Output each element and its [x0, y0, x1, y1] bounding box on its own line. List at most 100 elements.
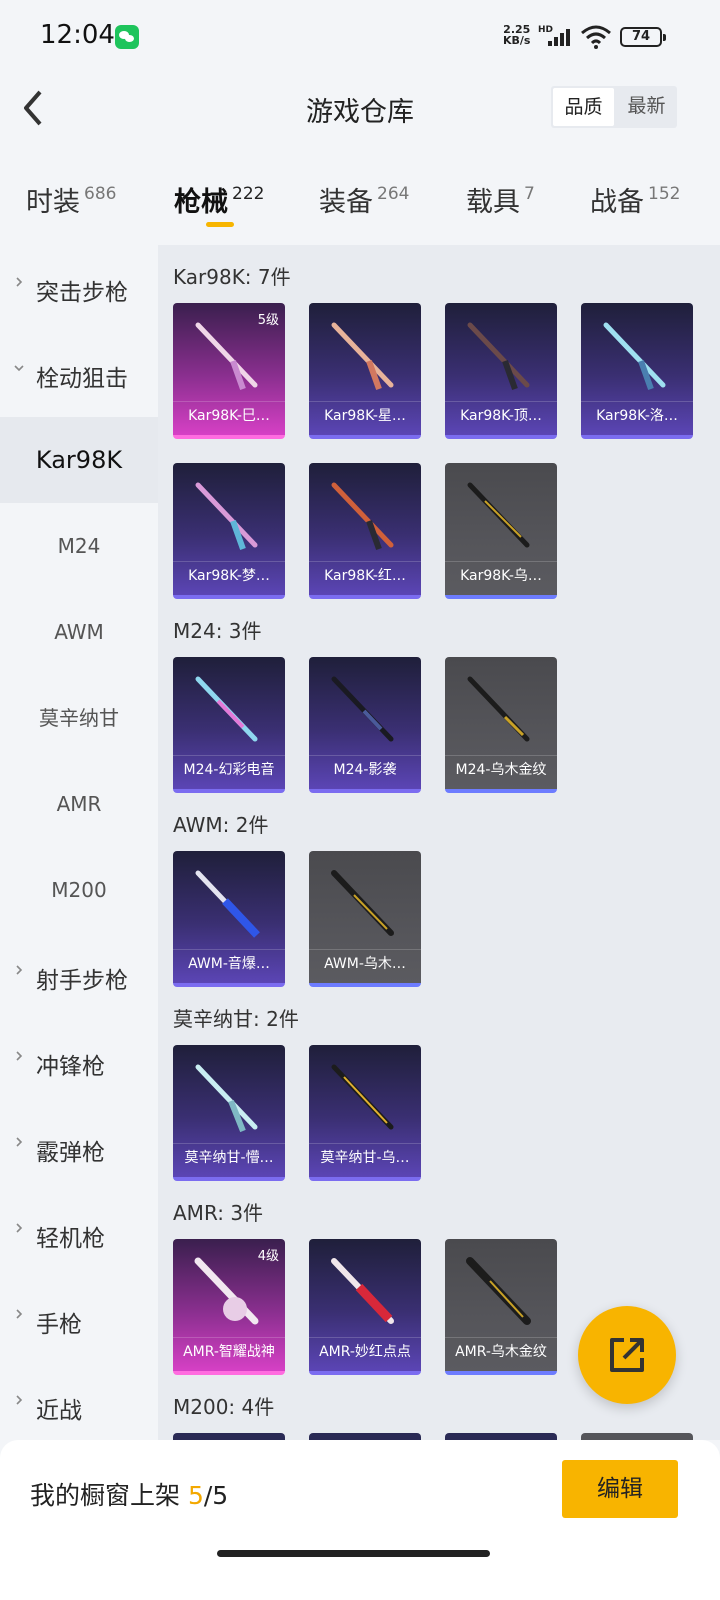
rifle-skin-image — [467, 482, 530, 548]
sidebar-sub-m24[interactable]: M24 — [0, 503, 158, 589]
weapon-name: Kar98K-洛… — [581, 401, 693, 427]
group-title-mosin: 莫辛纳甘: 2件 — [173, 1007, 299, 1031]
weapon-card[interactable]: M24-幻彩电音 — [173, 657, 285, 793]
weapon-name: Kar98K-乌… — [445, 561, 557, 587]
weapon-name: 莫辛纳甘-懵… — [173, 1143, 285, 1169]
chevron-right-icon — [16, 1223, 23, 1233]
weapon-name: Kar98K-梦… — [173, 561, 285, 587]
sidebar-item-pistol[interactable]: 手枪 — [0, 1277, 158, 1363]
tab-equipment[interactable]: 装备 264 — [319, 180, 409, 219]
weapon-card[interactable]: Kar98K-洛… — [581, 303, 693, 439]
edit-button[interactable]: 编辑 — [562, 1460, 678, 1518]
weapon-card[interactable]: Kar98K-乌… — [445, 463, 557, 599]
rifle-skin-image — [466, 1257, 531, 1325]
weapon-card[interactable]: 莫辛纳甘-懵… — [173, 1045, 285, 1181]
weapon-name: Kar98K-红… — [309, 561, 421, 587]
weapon-card[interactable]: AWM-乌木… — [309, 851, 421, 987]
weapon-card[interactable]: M24-影袭 — [309, 657, 421, 793]
sort-option-quality[interactable]: 品质 — [553, 88, 614, 126]
weapon-card[interactable]: AMR-妙红点点 — [309, 1239, 421, 1375]
sidebar-sub-amr[interactable]: AMR — [0, 761, 158, 847]
weapon-name: Kar98K-顶… — [445, 401, 557, 427]
weapon-card[interactable]: Kar98K-红… — [309, 463, 421, 599]
tab-tactical[interactable]: 战备 152 — [590, 180, 680, 219]
chevron-right-icon — [16, 1137, 23, 1147]
sidebar-sub-mosin[interactable]: 莫辛纳甘 — [0, 675, 158, 761]
cell-signal-icon — [548, 28, 572, 46]
weapon-card[interactable]: AWM-音爆… — [173, 851, 285, 987]
tab-vehicles[interactable]: 载具 7 — [466, 180, 535, 219]
sidebar-item-label: 射手步枪 — [36, 968, 128, 994]
chevron-right-icon — [16, 1051, 23, 1061]
weapon-card[interactable] — [581, 1433, 693, 1440]
sort-option-newest[interactable]: 最新 — [616, 86, 677, 128]
battery-indicator: 74 — [620, 27, 666, 47]
bottom-bar: 我的橱窗上架 5/5 编辑 — [0, 1440, 720, 1600]
sidebar-item-shotgun[interactable]: 霰弹枪 — [0, 1105, 158, 1191]
app-header: 游戏仓库 品质 最新 — [0, 76, 720, 140]
weapon-name: AMR-智耀战神 — [173, 1337, 285, 1363]
weapon-card[interactable]: 4级 AMR-智耀战神 — [173, 1239, 285, 1375]
weapon-card[interactable]: M24-乌木金纹 — [445, 657, 557, 793]
weapon-card[interactable] — [445, 1433, 557, 1440]
weapon-card[interactable] — [173, 1433, 285, 1440]
weapon-card[interactable]: AMR-乌木金纹 — [445, 1239, 557, 1375]
tab-fashion[interactable]: 时装 686 — [26, 180, 116, 219]
sidebar-item-smg[interactable]: 冲锋枪 — [0, 1019, 158, 1105]
clock: 12:04 — [40, 20, 115, 50]
weapon-grid: Kar98K: 7件 M24: 3件 AWM: 2件 莫辛纳甘: 2件 AMR:… — [158, 245, 720, 1440]
weapon-category-sidebar: 突击步枪 栓动狙击 Kar98K M24 AWM 莫辛纳甘 AMR M200 射… — [0, 245, 158, 1440]
rifle-skin-image — [467, 322, 530, 391]
weapon-card[interactable]: Kar98K-星… — [309, 303, 421, 439]
sidebar-sub-awm[interactable]: AWM — [0, 589, 158, 675]
weapon-card[interactable]: Kar98K-梦… — [173, 463, 285, 599]
rifle-skin-image — [331, 676, 394, 742]
share-button[interactable] — [578, 1306, 676, 1404]
level-badge: 4级 — [257, 1249, 279, 1264]
group-title-kar98k: Kar98K: 7件 — [173, 265, 291, 289]
sidebar-item-label: 冲锋枪 — [36, 1054, 105, 1080]
rifle-skin-image — [195, 482, 258, 551]
tab-weapons[interactable]: 枪械 222 — [174, 180, 264, 219]
sidebar-sub-kar98k[interactable]: Kar98K — [0, 417, 158, 503]
weapon-card[interactable]: 莫辛纳甘-乌… — [309, 1045, 421, 1181]
group-title-amr: AMR: 3件 — [173, 1201, 264, 1225]
sidebar-item-melee[interactable]: 近战 — [0, 1363, 158, 1449]
rifle-skin-image — [331, 322, 394, 391]
rifle-skin-image — [195, 676, 258, 742]
external-share-icon — [610, 1338, 644, 1372]
wechat-notification-icon — [115, 25, 139, 49]
group-title-m200: M200: 4件 — [173, 1395, 275, 1419]
weapon-card[interactable]: 5级 Kar98K-巳… — [173, 303, 285, 439]
chevron-right-icon — [16, 1395, 23, 1405]
sidebar-item-label: 栓动狙击 — [36, 366, 128, 392]
weapon-card[interactable] — [309, 1433, 421, 1440]
weapon-name: Kar98K-星… — [309, 401, 421, 427]
level-badge: 5级 — [257, 313, 279, 328]
rifle-skin-image — [195, 1064, 258, 1133]
rifle-skin-image — [331, 870, 394, 936]
sort-toggle: 品质 最新 — [551, 86, 677, 128]
sidebar-item-lmg[interactable]: 轻机枪 — [0, 1191, 158, 1277]
sidebar-item-label: 近战 — [36, 1398, 82, 1424]
sidebar-sub-m200[interactable]: M200 — [0, 847, 158, 933]
rifle-skin-image — [467, 676, 530, 742]
weapon-name: 莫辛纳甘-乌… — [309, 1143, 421, 1169]
wifi-icon — [581, 25, 611, 49]
sidebar-item-marksman-rifle[interactable]: 射手步枪 — [0, 933, 158, 1019]
weapon-name: AMR-妙红点点 — [309, 1337, 421, 1363]
weapon-name: AWM-乌木… — [309, 949, 421, 975]
weapon-name: M24-幻彩电音 — [173, 755, 285, 781]
rifle-skin-image — [195, 870, 260, 938]
network-speed: 2.25 KB/s — [503, 23, 531, 47]
weapon-card[interactable]: Kar98K-顶… — [445, 303, 557, 439]
rifle-skin-image — [331, 1064, 394, 1130]
rifle-skin-image — [331, 482, 394, 551]
sidebar-item-bolt-sniper[interactable]: 栓动狙击 — [0, 331, 158, 417]
sidebar-item-label: 手枪 — [36, 1312, 82, 1338]
sidebar-item-assault-rifle[interactable]: 突击步枪 — [0, 245, 158, 331]
active-tab-indicator — [206, 222, 234, 227]
home-indicator[interactable] — [217, 1550, 490, 1557]
group-title-m24: M24: 3件 — [173, 619, 262, 643]
group-title-awm: AWM: 2件 — [173, 813, 269, 837]
